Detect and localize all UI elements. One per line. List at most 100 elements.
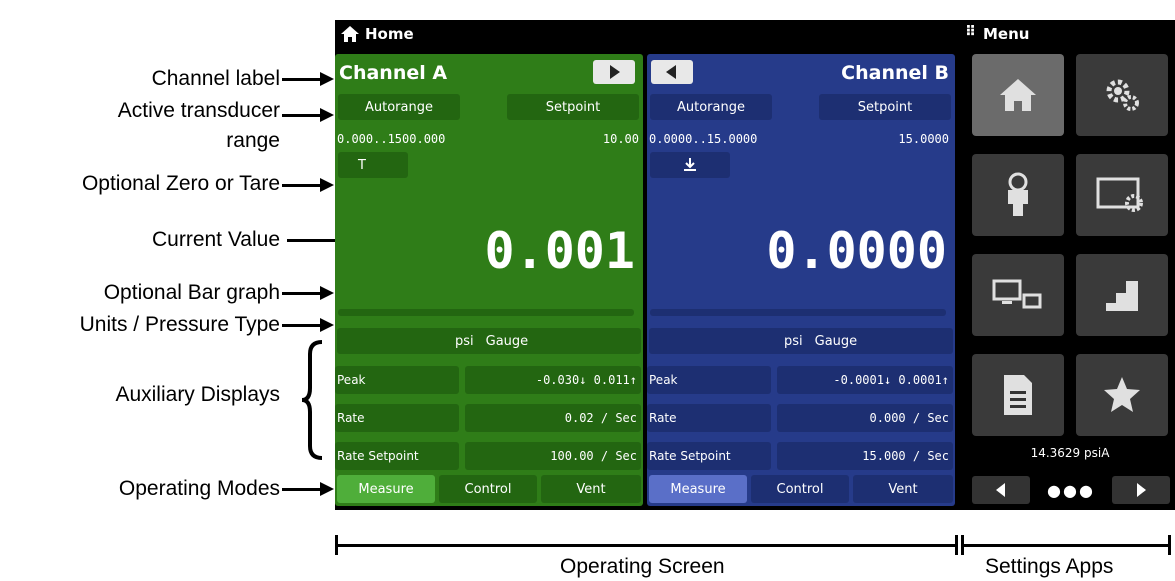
annotation-active-range-1: Active transducer [117,99,280,122]
channel-a-range: 0.000..1500.000 [337,132,446,146]
annotation-modes: Operating Modes [118,477,280,500]
home-title[interactable]: Home [365,25,414,43]
channel-a-rate-setpoint-label: Rate Setpoint [337,449,419,463]
home-icon[interactable] [340,24,360,44]
channel-a-mode-vent[interactable]: Vent [541,475,641,503]
app-document[interactable] [972,354,1064,436]
menu-title[interactable]: Menu [983,25,1029,43]
app-favorites[interactable] [1076,354,1168,436]
settings-next-button[interactable] [1112,476,1170,504]
channel-b-rate-value: 0.000 / Sec [869,411,949,425]
channel-a-peak-row[interactable]: Peak -0.030↓ 0.011↑ [335,366,641,394]
channel-b-mode-vent[interactable]: Vent [853,475,953,503]
channel-b-rate-row[interactable]: Rate 0.000 / Sec [647,404,953,432]
arrow-channel-label [282,72,334,86]
settings-prev-button[interactable] [972,476,1030,504]
remote-communication-icon [992,279,1042,309]
channel-b-rate-setpoint-value: 15.000 / Sec [862,449,949,463]
channel-b-rate-setpoint-label: Rate Setpoint [649,449,731,463]
annotation-channel-label: Channel label [151,67,280,90]
title-bar: Home ⠿ Menu [335,20,1175,50]
channel-a-mode-control[interactable]: Control [439,475,537,503]
settings-apps-line [962,544,1170,547]
channel-b-rate-label: Rate [649,411,677,425]
channel-a-peak-value: -0.030↓ 0.011↑ [535,373,637,387]
channel-a-rate-setpoint-row[interactable]: Rate Setpoint 100.00 / Sec [335,442,641,470]
arrow-bar-graph [282,286,334,300]
annotation-active-range-2: range [226,129,280,152]
gear-icon [1106,79,1139,111]
app-remote[interactable] [972,254,1064,336]
annotation-operating-screen: Operating Screen [560,555,725,578]
annotation-zero-tare: Optional Zero or Tare [81,172,280,195]
home-icon [1000,79,1036,111]
channel-b-pane: Channel B Autorange Setpoint 0.0000..15.… [647,54,955,506]
channel-a-pane: Channel A Autorange Setpoint 0.000..1500… [335,54,643,506]
channel-a-rate-row[interactable]: Rate 0.02 / Sec [335,404,641,432]
regulator-icon [1008,172,1028,216]
channel-b-setpoint-value: 15.0000 [898,132,949,146]
app-home[interactable] [972,54,1064,136]
step-chart-icon [1106,281,1138,311]
channel-a-mode-measure[interactable]: Measure [337,475,435,503]
star-icon [1104,377,1140,412]
channel-a-setpoint-value: 10.00 [602,132,639,146]
menu-grid-icon[interactable]: ⠿ [965,24,976,40]
channel-b-zero-button[interactable] [650,152,730,178]
annotation-units: Units / Pressure Type [79,313,280,336]
channel-a-peak-label: Peak [337,373,366,387]
channel-a-autorange-button[interactable]: Autorange [338,94,460,120]
channel-b-peak-value: -0.0001↓ 0.0001↑ [833,373,949,387]
channel-b-pressure-type: Gauge [814,333,858,349]
channel-a-next-button[interactable] [593,60,635,84]
device-screen: Home ⠿ Menu Channel A Autorange Setpoint… [335,20,1175,510]
channel-a-units[interactable]: psi Gauge [337,328,641,354]
channel-a-bar-graph [338,309,634,316]
play-left-icon [666,65,676,79]
barometer-reading: 14.3629 psiA [1030,446,1110,460]
channel-b-rate-setpoint-row[interactable]: Rate Setpoint 15.000 / Sec [647,442,953,470]
page-dots-icon: ●●● [1047,480,1095,500]
play-right-icon [1137,483,1146,497]
channel-b-peak-label: Peak [649,373,678,387]
channel-a-setpoint-button[interactable]: Setpoint [507,94,639,120]
channel-a-rate-setpoint-value: 100.00 / Sec [550,449,637,463]
annotation-aux: Auxiliary Displays [115,383,280,406]
arrow-active-range [282,108,334,122]
channel-b-peak-row[interactable]: Peak -0.0001↓ 0.0001↑ [647,366,953,394]
channel-b-current-value: 0.0000 [766,222,947,280]
annotation-current-value: Current Value [151,228,280,251]
zero-download-icon [684,158,696,171]
app-step[interactable] [1076,254,1168,336]
arrow-zero-tare [282,178,334,192]
app-display-settings[interactable] [1076,154,1168,236]
channel-a-tare-button[interactable]: T [338,152,408,178]
channel-b-mode-measure[interactable]: Measure [649,475,747,503]
channel-b-bar-graph [650,309,946,316]
channel-b-range: 0.0000..15.0000 [649,132,758,146]
channel-b-units[interactable]: psi Gauge [649,328,953,354]
channel-a-pressure-type: Gauge [485,333,529,349]
channel-a-label: Channel A [339,62,448,84]
channel-a-current-value: 0.001 [484,222,635,280]
play-left-icon [996,483,1005,497]
operating-screen-line [336,544,956,547]
channel-b-prev-button[interactable] [651,60,693,84]
app-settings[interactable] [1076,54,1168,136]
app-regulator[interactable] [972,154,1064,236]
channel-b-mode-control[interactable]: Control [751,475,849,503]
arrow-modes [282,482,334,496]
channel-a-rate-label: Rate [337,411,365,425]
channel-b-label: Channel B [841,62,949,84]
annotation-settings-apps: Settings Apps [985,555,1114,578]
document-icon [1004,375,1032,415]
play-right-icon [610,65,620,79]
channel-b-setpoint-button[interactable]: Setpoint [819,94,951,120]
operating-screen-right-tick [955,535,958,555]
brace-icon [301,340,323,460]
channel-a-rate-value: 0.02 / Sec [564,411,637,425]
channel-b-unit: psi [784,333,803,349]
settings-apps-right-tick [1168,535,1171,555]
arrow-units [282,318,334,332]
channel-b-autorange-button[interactable]: Autorange [650,94,772,120]
